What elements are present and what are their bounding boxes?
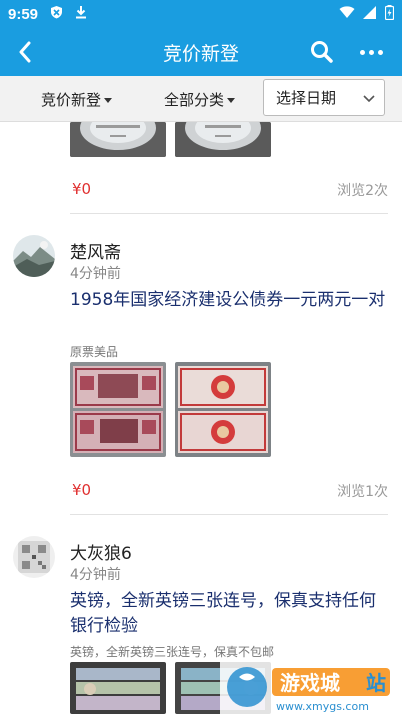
search-icon	[311, 41, 333, 63]
item-divider	[70, 514, 388, 515]
chevron-down-icon	[363, 95, 375, 103]
status-bar: 9:59	[0, 0, 402, 28]
date-select-label: 选择日期	[276, 89, 337, 107]
watermark-logo: 游戏城 站 www.xmygs.com	[220, 660, 402, 714]
post-time: 4分钟前	[70, 567, 121, 583]
site-watermark: 游戏城 站 www.xmygs.com	[220, 660, 402, 714]
back-arrow-icon	[19, 41, 31, 63]
avatar[interactable]	[13, 536, 55, 578]
item-photo[interactable]	[70, 122, 166, 157]
page-title: 竞价新登	[162, 42, 239, 65]
more-dots-icon	[359, 49, 365, 55]
signal-icon	[363, 5, 377, 23]
filter-type-dropdown[interactable]: 竞价新登	[41, 89, 113, 110]
filter-category-dropdown[interactable]: 全部分类	[164, 89, 236, 110]
battery-icon	[384, 4, 395, 24]
item-photo[interactable]	[175, 362, 271, 457]
item-photo[interactable]	[70, 662, 166, 714]
item-description: 原票美品	[70, 345, 119, 359]
caret-down-icon	[227, 98, 236, 103]
status-time: 9:59	[8, 5, 39, 23]
more-button[interactable]	[356, 38, 386, 66]
item-photo[interactable]	[175, 122, 271, 157]
svg-text:www.xmygs.com: www.xmygs.com	[276, 700, 369, 713]
date-select[interactable]: 选择日期	[263, 79, 385, 116]
item-description: 英镑，全新英镑三张连号，保真不包邮	[70, 645, 275, 659]
item-views: 浏览2次	[337, 183, 388, 199]
wifi-icon	[339, 5, 355, 23]
item-photo[interactable]	[70, 362, 166, 457]
svg-text:站: 站	[366, 671, 386, 695]
back-button[interactable]	[0, 28, 50, 76]
seller-name[interactable]: 大灰狼6	[70, 539, 132, 564]
notification-shield-icon	[50, 5, 63, 23]
item-price: ¥0	[72, 180, 92, 198]
item-title[interactable]: 1958年国家经济建设公债券一元两元一对	[70, 288, 388, 313]
item-price: ¥0	[72, 481, 92, 499]
search-button[interactable]	[308, 38, 336, 66]
filter-bar: 竞价新登 全部分类 选择日期	[0, 76, 402, 122]
avatar[interactable]	[13, 235, 55, 277]
filter-type-label: 竞价新登	[41, 91, 102, 109]
download-icon	[75, 5, 87, 23]
listing-feed[interactable]: ¥0 浏览2次 楚风斋 4分钟前 1958年国家经济建设公债券一元两元一对 原票…	[0, 122, 402, 714]
item-divider	[70, 213, 388, 214]
caret-down-icon	[104, 98, 113, 103]
svg-text:游戏城: 游戏城	[280, 671, 340, 695]
post-time: 4分钟前	[70, 266, 121, 282]
item-title[interactable]: 英镑，全新英镑三张连号，保真支持任何银行检验	[70, 589, 388, 639]
app-bar: 竞价新登	[0, 28, 402, 76]
filter-category-label: 全部分类	[164, 91, 225, 109]
item-views: 浏览1次	[337, 484, 388, 500]
seller-name[interactable]: 楚风斋	[70, 238, 121, 263]
